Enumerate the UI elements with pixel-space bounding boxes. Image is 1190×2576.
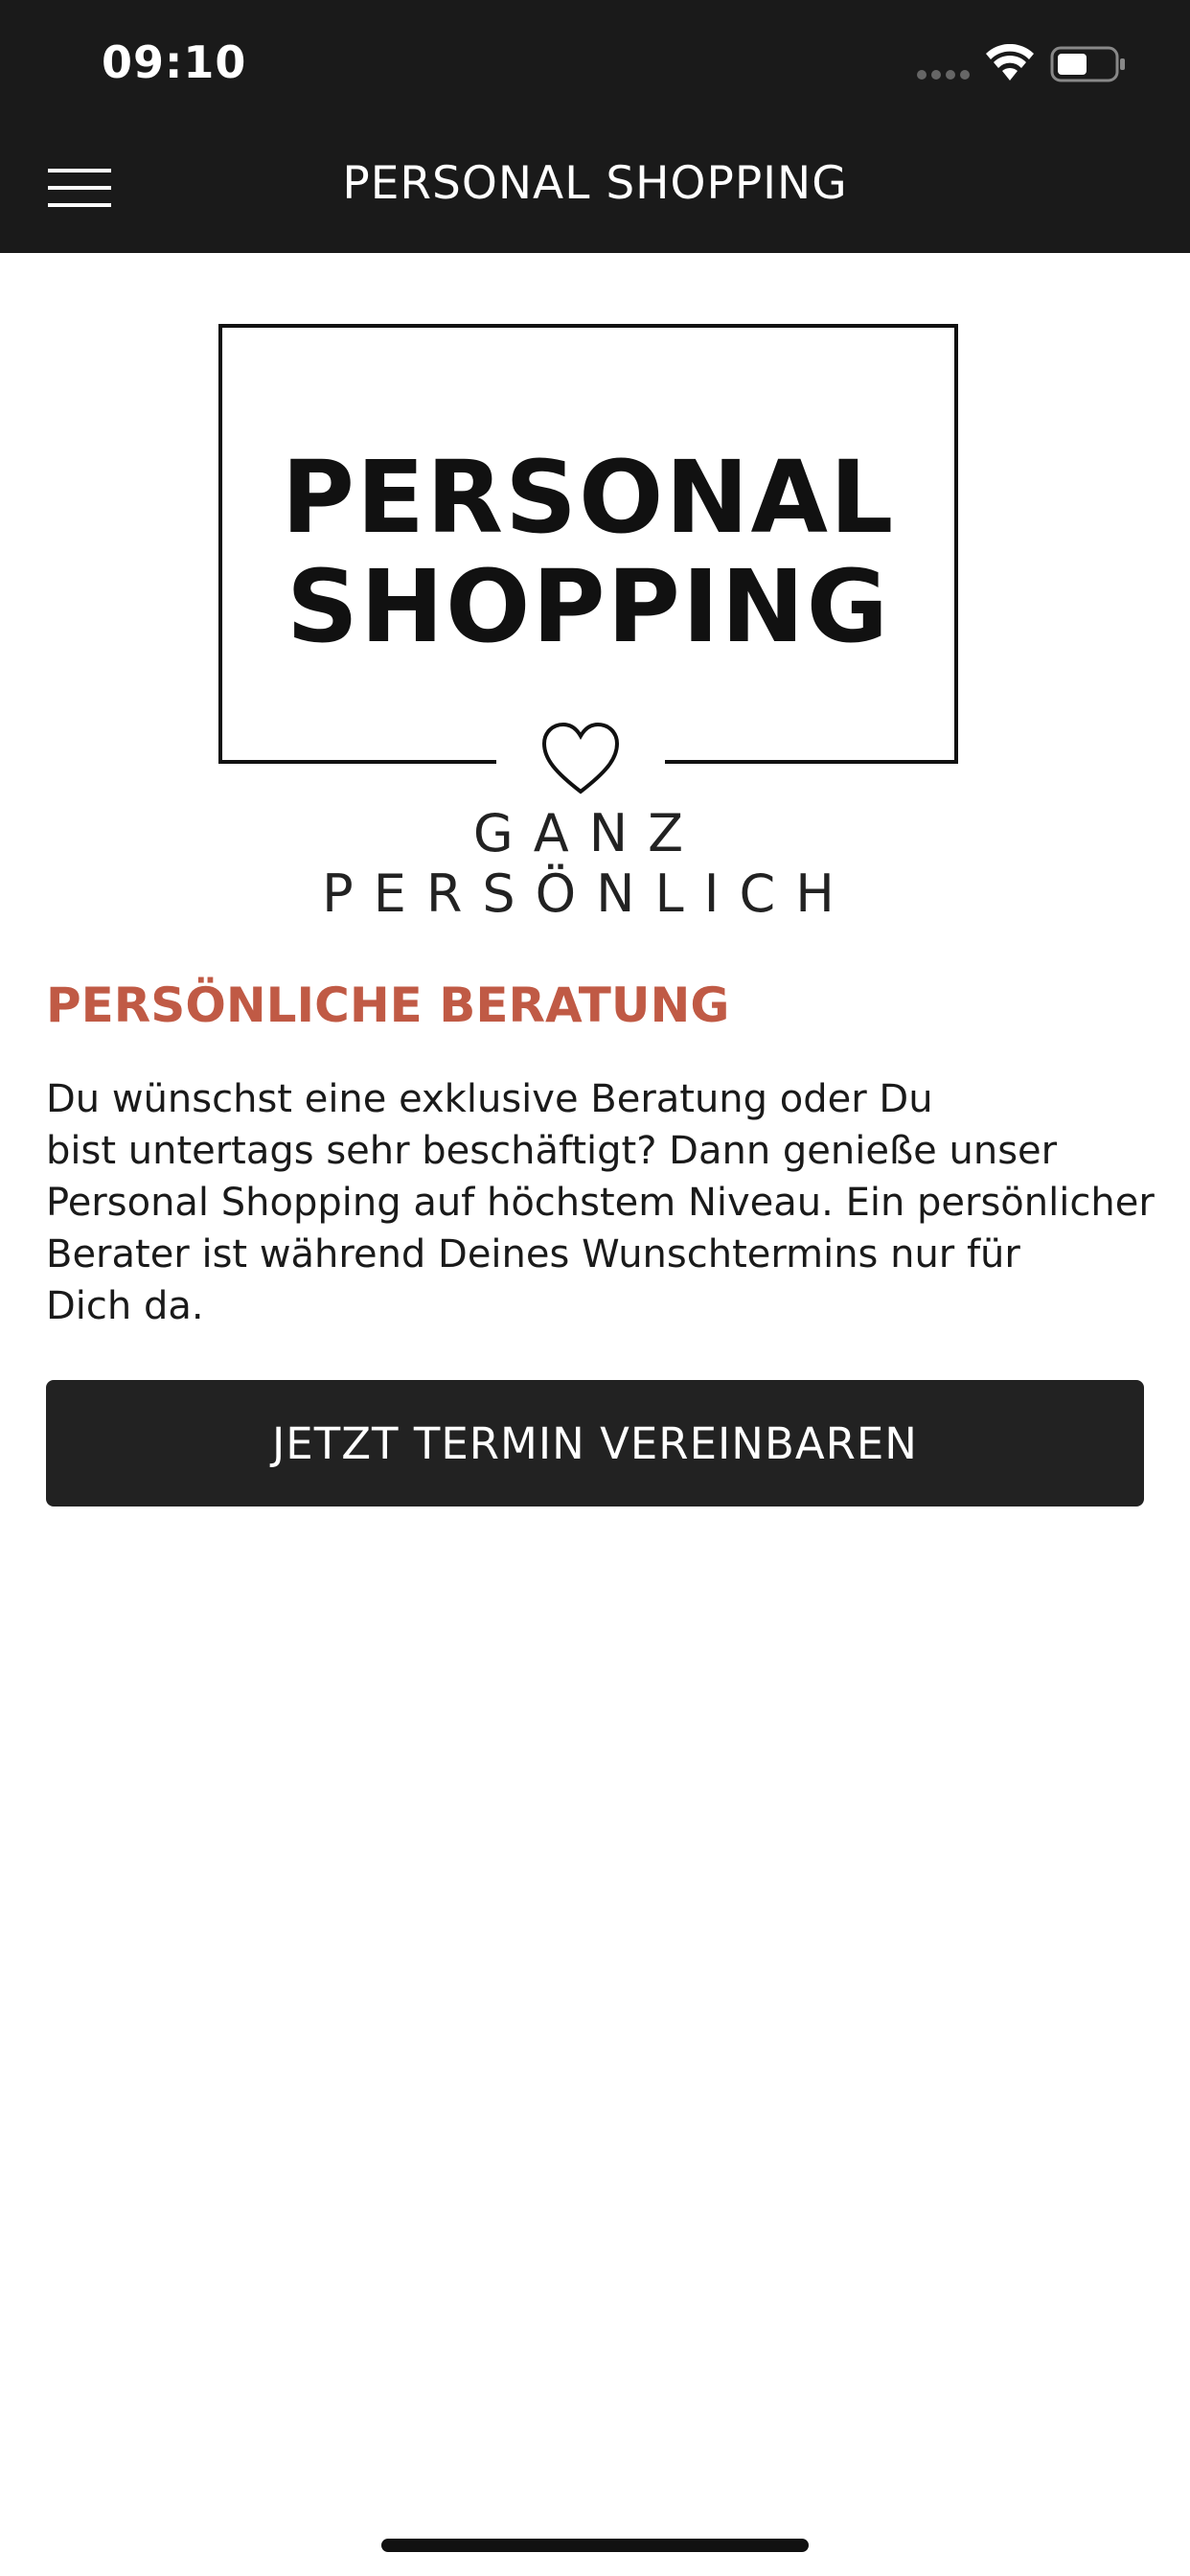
personal-shopping-logo: PERSONAL SHOPPING GANZ PERSÖNLICH	[218, 324, 958, 924]
cellular-signal-icon	[917, 70, 970, 80]
status-time: 09:10	[102, 36, 247, 88]
page-title: PERSONAL SHOPPING	[342, 157, 848, 210]
body-line: Du wünschst eine exklusive Beratung oder…	[46, 1077, 933, 1121]
wifi-icon	[986, 44, 1034, 80]
home-indicator[interactable]	[381, 2539, 809, 2552]
section-body: Du wünschst eine exklusive Beratung oder…	[46, 1073, 1157, 1332]
body-line: Personal Shopping auf höchstem Niveau. E…	[46, 1181, 1155, 1225]
battery-icon	[1050, 46, 1125, 82]
body-line: bist untertags sehr beschäftigt? Dann ge…	[46, 1129, 1058, 1173]
top-bar: 09:10 PERSONAL SHOPPING	[0, 0, 1190, 253]
body-line: Dich da.	[46, 1284, 204, 1328]
logo-line-2: SHOPPING	[286, 548, 890, 665]
heart-icon	[541, 722, 620, 794]
book-appointment-button[interactable]: JETZT TERMIN VEREINBAREN	[46, 1380, 1144, 1506]
section-heading: PERSÖNLICHE BERATUNG	[46, 978, 730, 1033]
logo-tagline: GANZ PERSÖNLICH	[322, 803, 855, 924]
body-line: Berater ist während Deines Wunschtermins…	[46, 1232, 1020, 1276]
logo-line-1: PERSONAL	[281, 439, 896, 556]
